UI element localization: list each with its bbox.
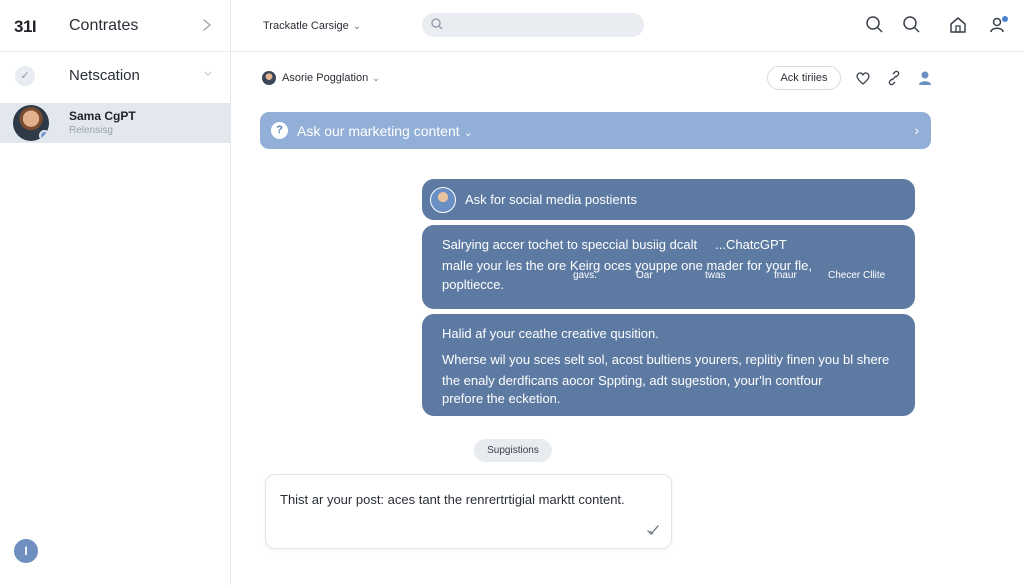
sidebar: 31I Contrates ✓ Netscation Sama CgPT Rel… bbox=[0, 0, 231, 585]
home-icon[interactable] bbox=[947, 14, 969, 36]
search-icon[interactable] bbox=[901, 14, 923, 36]
link-icon[interactable] bbox=[885, 69, 903, 87]
check-icon: ✓ bbox=[15, 66, 35, 86]
message-fragment: fnaur bbox=[774, 270, 797, 281]
message-line-text: Salrying аccer tochet to speccial busiig… bbox=[442, 237, 698, 252]
message-text: Ask for social media postients bbox=[465, 192, 637, 207]
chevron-right-icon[interactable] bbox=[200, 17, 214, 33]
avatar bbox=[13, 105, 49, 141]
question-icon: ? bbox=[271, 122, 288, 139]
message-card[interactable]: Halid af your ceathe creative qusition. … bbox=[422, 314, 915, 416]
sidebar-section-label: Netscation bbox=[69, 67, 140, 84]
message-fragment: Checer Cllite bbox=[828, 270, 886, 281]
send-icon[interactable] bbox=[645, 522, 661, 538]
suggestions-chip[interactable]: Supgistions bbox=[474, 439, 552, 462]
message-fragment: twas bbox=[705, 270, 726, 281]
message-line: Halid af your ceathe creative qusition. bbox=[442, 326, 659, 341]
composer-text[interactable]: Thist ar your post: aces tant the renrer… bbox=[280, 492, 625, 507]
app-logo: 31I bbox=[14, 17, 37, 36]
chevron-down-icon: ⌄ bbox=[352, 21, 362, 32]
message-fragment: gavs. bbox=[573, 270, 597, 281]
banner-text: Ask our marketing content bbox=[297, 123, 460, 139]
sidebar-title: Contrates bbox=[69, 17, 139, 34]
conversation-title-text: Asorie Pogglation bbox=[282, 72, 369, 84]
message-line: Salrying аccer tochet to speccial busiig… bbox=[442, 237, 787, 252]
workspace-label: Trackatle Carsige bbox=[263, 20, 349, 32]
message-composer[interactable]: Thist ar your post: aces tant the renrer… bbox=[265, 474, 672, 549]
workspace-selector[interactable]: Trackatle Carsige ⌄ bbox=[263, 20, 361, 32]
message-line: malle your les the ore Keirg oces youppe… bbox=[442, 258, 812, 273]
topbar: Trackatle Carsige ⌄ bbox=[231, 0, 1024, 52]
search-input[interactable] bbox=[422, 13, 644, 37]
message-line: prefore the ecketion. bbox=[442, 391, 561, 406]
ask-banner[interactable]: ? Ask our marketing content ⌄ › bbox=[260, 112, 931, 149]
ask-titles-button[interactable]: Ack tiriies bbox=[767, 66, 841, 90]
chevron-right-icon: › bbox=[914, 122, 919, 138]
message-line: the enaly derdficans aocor Sppting, adt … bbox=[442, 373, 823, 388]
message-line: Wherse wil you sces selt sol, acost bult… bbox=[442, 352, 890, 367]
user-icon[interactable] bbox=[987, 14, 1009, 36]
chevron-down-icon bbox=[204, 71, 212, 76]
message-card[interactable]: Salrying аccer tochet to speccial busiig… bbox=[422, 225, 915, 309]
search-icon bbox=[431, 18, 443, 30]
sidebar-section-row[interactable]: ✓ Netscation bbox=[0, 56, 231, 96]
message-fragment: Oar bbox=[636, 270, 653, 281]
contact-name: Sama CgPT bbox=[69, 109, 136, 123]
sidebar-header: 31I Contrates bbox=[0, 0, 231, 52]
banner-label: Ask our marketing content ⌄ bbox=[297, 123, 473, 139]
help-button[interactable]: I bbox=[14, 539, 38, 563]
search-icon[interactable] bbox=[864, 14, 886, 36]
chevron-down-icon: ⌄ bbox=[463, 127, 473, 139]
message-line: popltiecce. bbox=[442, 277, 505, 292]
message-line-suffix: ...ChatcGPT bbox=[715, 237, 787, 252]
person-icon[interactable] bbox=[916, 69, 934, 87]
avatar bbox=[262, 71, 276, 85]
contact-status: Relensisg bbox=[69, 125, 113, 136]
heart-icon[interactable] bbox=[854, 69, 872, 87]
chevron-down-icon: ⌄ bbox=[372, 73, 380, 83]
conversation-title: Asorie Pogglation ⌄ bbox=[282, 72, 380, 84]
contact-item-selected[interactable]: Sama CgPT Relensisg bbox=[0, 103, 230, 143]
online-badge bbox=[39, 130, 49, 141]
avatar bbox=[430, 187, 456, 213]
message-card[interactable]: Ask for social media postients bbox=[422, 179, 915, 220]
